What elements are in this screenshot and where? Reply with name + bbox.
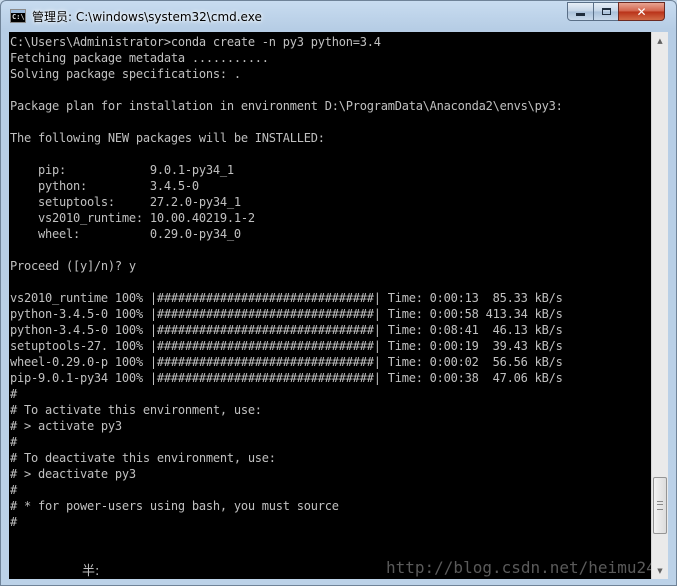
console-line: setuptools: 27.2.0-py34_1	[10, 195, 241, 209]
console-line: setuptools-27. 100% |###################…	[10, 339, 563, 353]
console-line: # * for power-users using bash, you must…	[10, 499, 339, 513]
console-line: wheel: 0.29.0-py34_0	[10, 227, 241, 241]
console-line: vs2010_runtime: 10.00.40219.1-2	[10, 211, 255, 225]
maximize-icon	[601, 8, 611, 15]
watermark: http://blog.csdn.net/heimu24	[386, 558, 651, 577]
scroll-thumb[interactable]	[653, 477, 667, 534]
ime-indicator: 半:	[82, 564, 100, 579]
console-line: #	[10, 435, 17, 449]
console-line: # To activate this environment, use:	[10, 403, 262, 417]
console-line: Solving package specifications: .	[10, 67, 241, 81]
scroll-up-button[interactable]: ▲	[652, 32, 668, 49]
cmd-window: 管理员: C:\windows\system32\cmd.exe ✕ C:\Us…	[0, 0, 677, 586]
console-line: Fetching package metadata ...........	[10, 51, 269, 65]
chevron-down-icon: ▼	[657, 566, 663, 575]
chevron-up-icon: ▲	[657, 36, 663, 45]
minimize-icon	[576, 13, 585, 16]
minimize-button[interactable]	[567, 2, 594, 21]
console-line: # > activate py3	[10, 419, 122, 433]
cmd-icon[interactable]	[10, 9, 26, 23]
vertical-scrollbar[interactable]: ▲ ▼	[651, 32, 668, 579]
close-icon: ✕	[636, 4, 647, 19]
console-line: # To deactivate this environment, use:	[10, 451, 276, 465]
console-line: python-3.4.5-0 100% |###################…	[10, 323, 563, 337]
console-line: vs2010_runtime 100% |###################…	[10, 291, 563, 305]
console-line: Proceed ([y]/n)? y	[10, 259, 136, 273]
console-line: pip: 9.0.1-py34_1	[10, 163, 234, 177]
maximize-button[interactable]	[593, 2, 619, 21]
console-output[interactable]: C:\Users\Administrator>conda create -n p…	[9, 32, 651, 579]
console-line: #	[10, 387, 17, 401]
console-line: # > deactivate py3	[10, 467, 136, 481]
console-line: Package plan for installation in environ…	[10, 99, 563, 113]
console-line: wheel-0.29.0-p 100% |###################…	[10, 355, 563, 369]
window-title: 管理员: C:\windows\system32\cmd.exe	[32, 10, 262, 24]
console-line: python-3.4.5-0 100% |###################…	[10, 307, 563, 321]
close-button[interactable]: ✕	[618, 2, 665, 21]
console-line: #	[10, 483, 17, 497]
console-line: python: 3.4.5-0	[10, 179, 199, 193]
console-line: C:\Users\Administrator>conda create -n p…	[10, 35, 381, 49]
console-line: #	[10, 515, 17, 529]
console-line: pip-9.0.1-py34 100% |###################…	[10, 371, 563, 385]
title-bar[interactable]: 管理员: C:\windows\system32\cmd.exe ✕	[1, 1, 676, 31]
scroll-down-button[interactable]: ▼	[652, 562, 668, 579]
console-line: The following NEW packages will be INSTA…	[10, 131, 325, 145]
console-lines: C:\Users\Administrator>conda create -n p…	[10, 34, 563, 530]
